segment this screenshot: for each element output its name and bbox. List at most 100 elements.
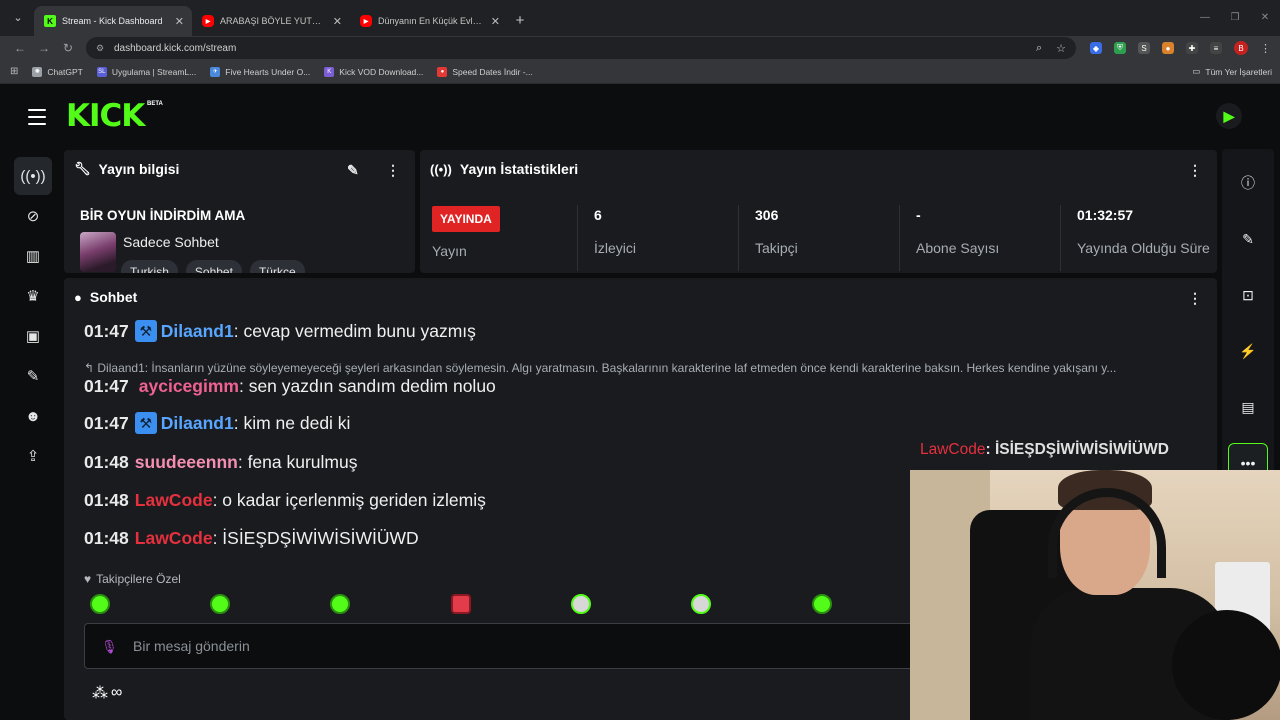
apps-icon[interactable]: ⊞ bbox=[10, 66, 18, 77]
wrench-icon[interactable]: ✎ bbox=[14, 357, 52, 395]
stat-viewers: 6 İzleyici bbox=[577, 205, 737, 271]
minimize-icon[interactable]: — bbox=[1190, 0, 1220, 36]
extension-icon[interactable]: ◆ bbox=[1090, 42, 1102, 54]
camera-icon[interactable]: ⊡ bbox=[1228, 275, 1268, 315]
bookmark-speed-dates[interactable]: ● Speed Dates İndir -... bbox=[437, 66, 533, 77]
info-icon[interactable]: ⓘ bbox=[1228, 163, 1268, 203]
analytics-icon[interactable]: ▥ bbox=[14, 237, 52, 275]
kick-dashboard: KICK BETA ▶ ((•)) ⊘ ▥ ♛ ▣ ✎ ☻ ⇪ ⓘ ✎ ⊡ ⚡ … bbox=[0, 85, 1280, 720]
new-tab-button[interactable]: + bbox=[508, 6, 532, 36]
zoom-icon[interactable]: ⌕ bbox=[1036, 42, 1042, 55]
stat-subscribers: - Abone Sayısı bbox=[899, 205, 1059, 271]
moderator-badge-icon: ⚒ bbox=[134, 412, 157, 434]
chat-input[interactable]: 🎙︎ Bir mesaj gönderin bbox=[84, 623, 924, 669]
broadcast-icon: ((•)) bbox=[430, 161, 452, 177]
close-icon[interactable]: ✕ bbox=[175, 15, 184, 28]
shield-icon[interactable]: ⛨ bbox=[1114, 42, 1126, 54]
emote-icon[interactable] bbox=[330, 594, 350, 614]
stat-followers: 306 Takipçi bbox=[738, 205, 898, 271]
emote-icon[interactable] bbox=[90, 594, 110, 614]
bookmark-five-hearts[interactable]: ✈ Five Hearts Under O... bbox=[210, 66, 310, 77]
broadcast-icon[interactable]: ((•)) bbox=[14, 157, 52, 195]
hamburger-menu-icon[interactable] bbox=[28, 109, 46, 130]
bookmark-label: Speed Dates İndir -... bbox=[452, 66, 533, 77]
close-icon[interactable]: ✕ bbox=[333, 15, 342, 28]
bookmark-label: Uygulama | StreamL... bbox=[111, 66, 197, 77]
pencil-icon[interactable]: ✎ bbox=[347, 162, 359, 179]
message-time: 01:48 bbox=[84, 490, 129, 510]
bookmark-streamlabs[interactable]: SL Uygulama | StreamL... bbox=[96, 66, 197, 77]
chat-message[interactable]: 01:48 LawCode : o kadar içerlenmiş gerid… bbox=[84, 490, 486, 511]
close-icon[interactable]: ✕ bbox=[491, 15, 500, 28]
kick-logo[interactable]: KICK bbox=[66, 100, 145, 132]
emote-icon[interactable] bbox=[571, 594, 591, 614]
reply-preview[interactable]: ↰ Dilaand1: İnsanların yüzüne söyleyemey… bbox=[84, 361, 1194, 375]
site-info-icon[interactable]: ⚙ bbox=[96, 43, 108, 54]
kick-app-icon[interactable]: ▶ bbox=[1216, 103, 1242, 129]
link-icon[interactable]: ⊘ bbox=[14, 197, 52, 235]
close-window-icon[interactable]: ✕ bbox=[1250, 0, 1280, 36]
back-icon[interactable]: ← bbox=[8, 41, 32, 55]
edit-icon[interactable]: ✎ bbox=[1228, 219, 1268, 259]
stream-stats-header: ((•)) Yayın İstatistikleri bbox=[430, 161, 578, 177]
all-bookmarks[interactable]: ▭ Tüm Yer İşaretleri bbox=[1192, 66, 1272, 77]
trophy-icon[interactable]: ♛ bbox=[14, 277, 52, 315]
bookmarks-bar: ⊞ ✺ ChatGPT SL Uygulama | StreamL... ✈ Five… bbox=[0, 60, 1280, 84]
microphone-icon[interactable]: 🎙︎ bbox=[101, 639, 118, 654]
bookmark-star-icon[interactable]: ☆ bbox=[1056, 42, 1066, 55]
more-icon[interactable]: ⋮ bbox=[1188, 162, 1202, 179]
emote-icon[interactable] bbox=[812, 594, 832, 614]
message-username[interactable]: Dilaand1 bbox=[161, 321, 234, 342]
bookmark-label: Kick VOD Download... bbox=[339, 66, 424, 77]
overlay-text: : İSİEŞDŞİWİWİSİWİÜWD bbox=[985, 441, 1169, 458]
reload-icon[interactable]: ↻ bbox=[56, 41, 80, 55]
extension-icon[interactable]: ● bbox=[1162, 42, 1174, 54]
stat-uptime: 01:32:57 Yayında Olduğu Süre bbox=[1060, 205, 1210, 271]
followers-only-label: ♥ Takipçilere Özel bbox=[84, 572, 181, 586]
emote-icon[interactable] bbox=[210, 594, 230, 614]
message-username[interactable]: LawCode bbox=[135, 528, 213, 549]
infinity-text[interactable]: ∞ bbox=[111, 684, 122, 702]
bookmark-kick-vod[interactable]: K Kick VOD Download... bbox=[324, 66, 424, 77]
address-bar[interactable]: ⚙ dashboard.kick.com/stream ⌕ ☆ bbox=[86, 37, 1076, 59]
stat-label: Takipçi bbox=[755, 240, 798, 256]
chat-message[interactable]: 01:48 LawCode : İSİEŞDŞİWİWİSİWİÜWD bbox=[84, 528, 419, 549]
menu-icon[interactable]: ⋮ bbox=[1260, 42, 1271, 55]
tab-youtube-2[interactable]: ▶ Dünyanın En Küçük Evleri: 1,5 m ✕ bbox=[350, 6, 508, 36]
puzzle-icon[interactable]: ✚ bbox=[1186, 42, 1198, 54]
bookmark-chatgpt[interactable]: ✺ ChatGPT bbox=[32, 66, 83, 77]
chat-message[interactable]: 01:48 suudeeennn : fena kurulmuş bbox=[84, 452, 357, 473]
streamlabs-ext-icon[interactable]: S bbox=[1138, 42, 1150, 54]
upload-icon[interactable]: ⇪ bbox=[14, 437, 52, 475]
tab-kick-dashboard[interactable]: K Stream - Kick Dashboard ✕ bbox=[34, 6, 192, 36]
emote-icon[interactable] bbox=[691, 594, 711, 614]
users-icon[interactable]: ☻ bbox=[14, 397, 52, 435]
message-username[interactable]: aycicegimm bbox=[139, 376, 239, 397]
emote-icon[interactable] bbox=[451, 594, 471, 614]
media-icon[interactable]: ≡ bbox=[1210, 42, 1222, 54]
streamlabs-icon: SL bbox=[96, 66, 107, 77]
beta-label: BETA bbox=[147, 101, 163, 107]
message-username[interactable]: Dilaand1 bbox=[161, 413, 234, 434]
chat-message[interactable]: 01:47 aycicegimm : sen yazdın sandım ded… bbox=[84, 376, 496, 397]
overlay-username: LawCode bbox=[920, 441, 986, 458]
category-thumbnail bbox=[80, 232, 116, 272]
more-icon[interactable]: ⋮ bbox=[1188, 290, 1202, 307]
tab-search-icon[interactable]: ⌄ bbox=[8, 8, 28, 28]
extensions-row: ◆ ⛨ S ● ✚ ≡ B ⋮ bbox=[1090, 41, 1271, 55]
message-username[interactable]: LawCode bbox=[135, 490, 213, 511]
lightning-icon[interactable]: ⚡ bbox=[1228, 331, 1268, 371]
dots-cluster-icon[interactable]: ⁂ bbox=[92, 683, 108, 703]
tab-youtube-1[interactable]: ▶ ARABAŞI BÖYLE YUTULUR! 😮 ✕ bbox=[192, 6, 350, 36]
message-username[interactable]: suudeeennn bbox=[135, 452, 238, 473]
chat-message[interactable]: 01:47 ⚒ Dilaand1 : kim ne dedi ki bbox=[84, 412, 350, 434]
restore-icon[interactable]: ❐ bbox=[1220, 0, 1250, 36]
stream-category: Sadece Sohbet bbox=[123, 234, 219, 250]
profile-avatar[interactable]: B bbox=[1234, 41, 1248, 55]
forward-icon[interactable]: → bbox=[32, 41, 56, 55]
chat-message[interactable]: 01:47 ⚒ Dilaand1 : cevap vermedim bunu y… bbox=[84, 320, 476, 342]
more-icon[interactable]: ⋮ bbox=[386, 162, 400, 179]
document-icon[interactable]: ▤ bbox=[1228, 387, 1268, 427]
overlay-chat-message: LawCode: İSİEŞDŞİWİWİSİWİÜWD bbox=[920, 441, 1169, 459]
video-icon[interactable]: ▣ bbox=[14, 317, 52, 355]
